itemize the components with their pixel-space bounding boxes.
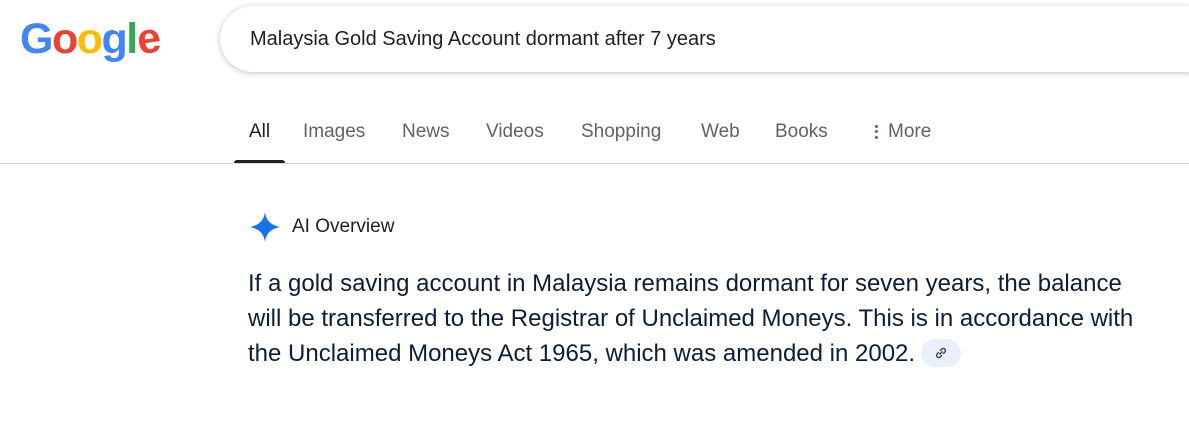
sparkle-icon — [250, 212, 280, 242]
google-logo[interactable]: G o o g l e — [20, 13, 163, 65]
tab-images[interactable]: Images — [303, 100, 365, 163]
ai-overview-title: AI Overview — [292, 216, 395, 237]
ai-overview-header: AI Overview — [248, 210, 394, 244]
tab-label: News — [402, 120, 450, 142]
ai-overview-text: If a gold saving account in Malaysia rem… — [248, 266, 1148, 371]
more-vert-icon — [875, 124, 878, 139]
tab-web[interactable]: Web — [701, 100, 740, 163]
source-link-button[interactable] — [921, 338, 962, 367]
tab-more[interactable]: More — [875, 100, 931, 163]
tab-label: More — [888, 120, 932, 142]
tab-shopping[interactable]: Shopping — [581, 100, 661, 163]
tab-label: Books — [775, 120, 828, 142]
tab-all[interactable]: All — [234, 100, 285, 163]
tab-news[interactable]: News — [402, 100, 450, 163]
search-box[interactable] — [220, 6, 1189, 72]
logo-letter-e: e — [133, 13, 163, 65]
ai-overview-body: If a gold saving account in Malaysia rem… — [248, 270, 1134, 367]
logo-letter-g2: g — [101, 15, 128, 63]
tab-label: Shopping — [581, 120, 662, 142]
search-input[interactable] — [250, 27, 1150, 51]
tab-label: Web — [701, 120, 740, 142]
tab-books[interactable]: Books — [775, 100, 828, 163]
tab-videos[interactable]: Videos — [486, 100, 544, 163]
tab-label: Videos — [486, 120, 544, 142]
logo-letter-g: G — [20, 15, 53, 63]
tab-label: All — [248, 120, 271, 142]
search-tabs: All Images News Videos Shopping Web Book… — [0, 100, 1189, 164]
search-results-page: G o o g l e All Images News Videos Shopp… — [0, 0, 1189, 430]
logo-letter-o2: o — [76, 15, 103, 63]
logo-letter-o1: o — [51, 15, 78, 63]
link-icon — [936, 347, 947, 358]
tab-label: Images — [303, 120, 366, 142]
